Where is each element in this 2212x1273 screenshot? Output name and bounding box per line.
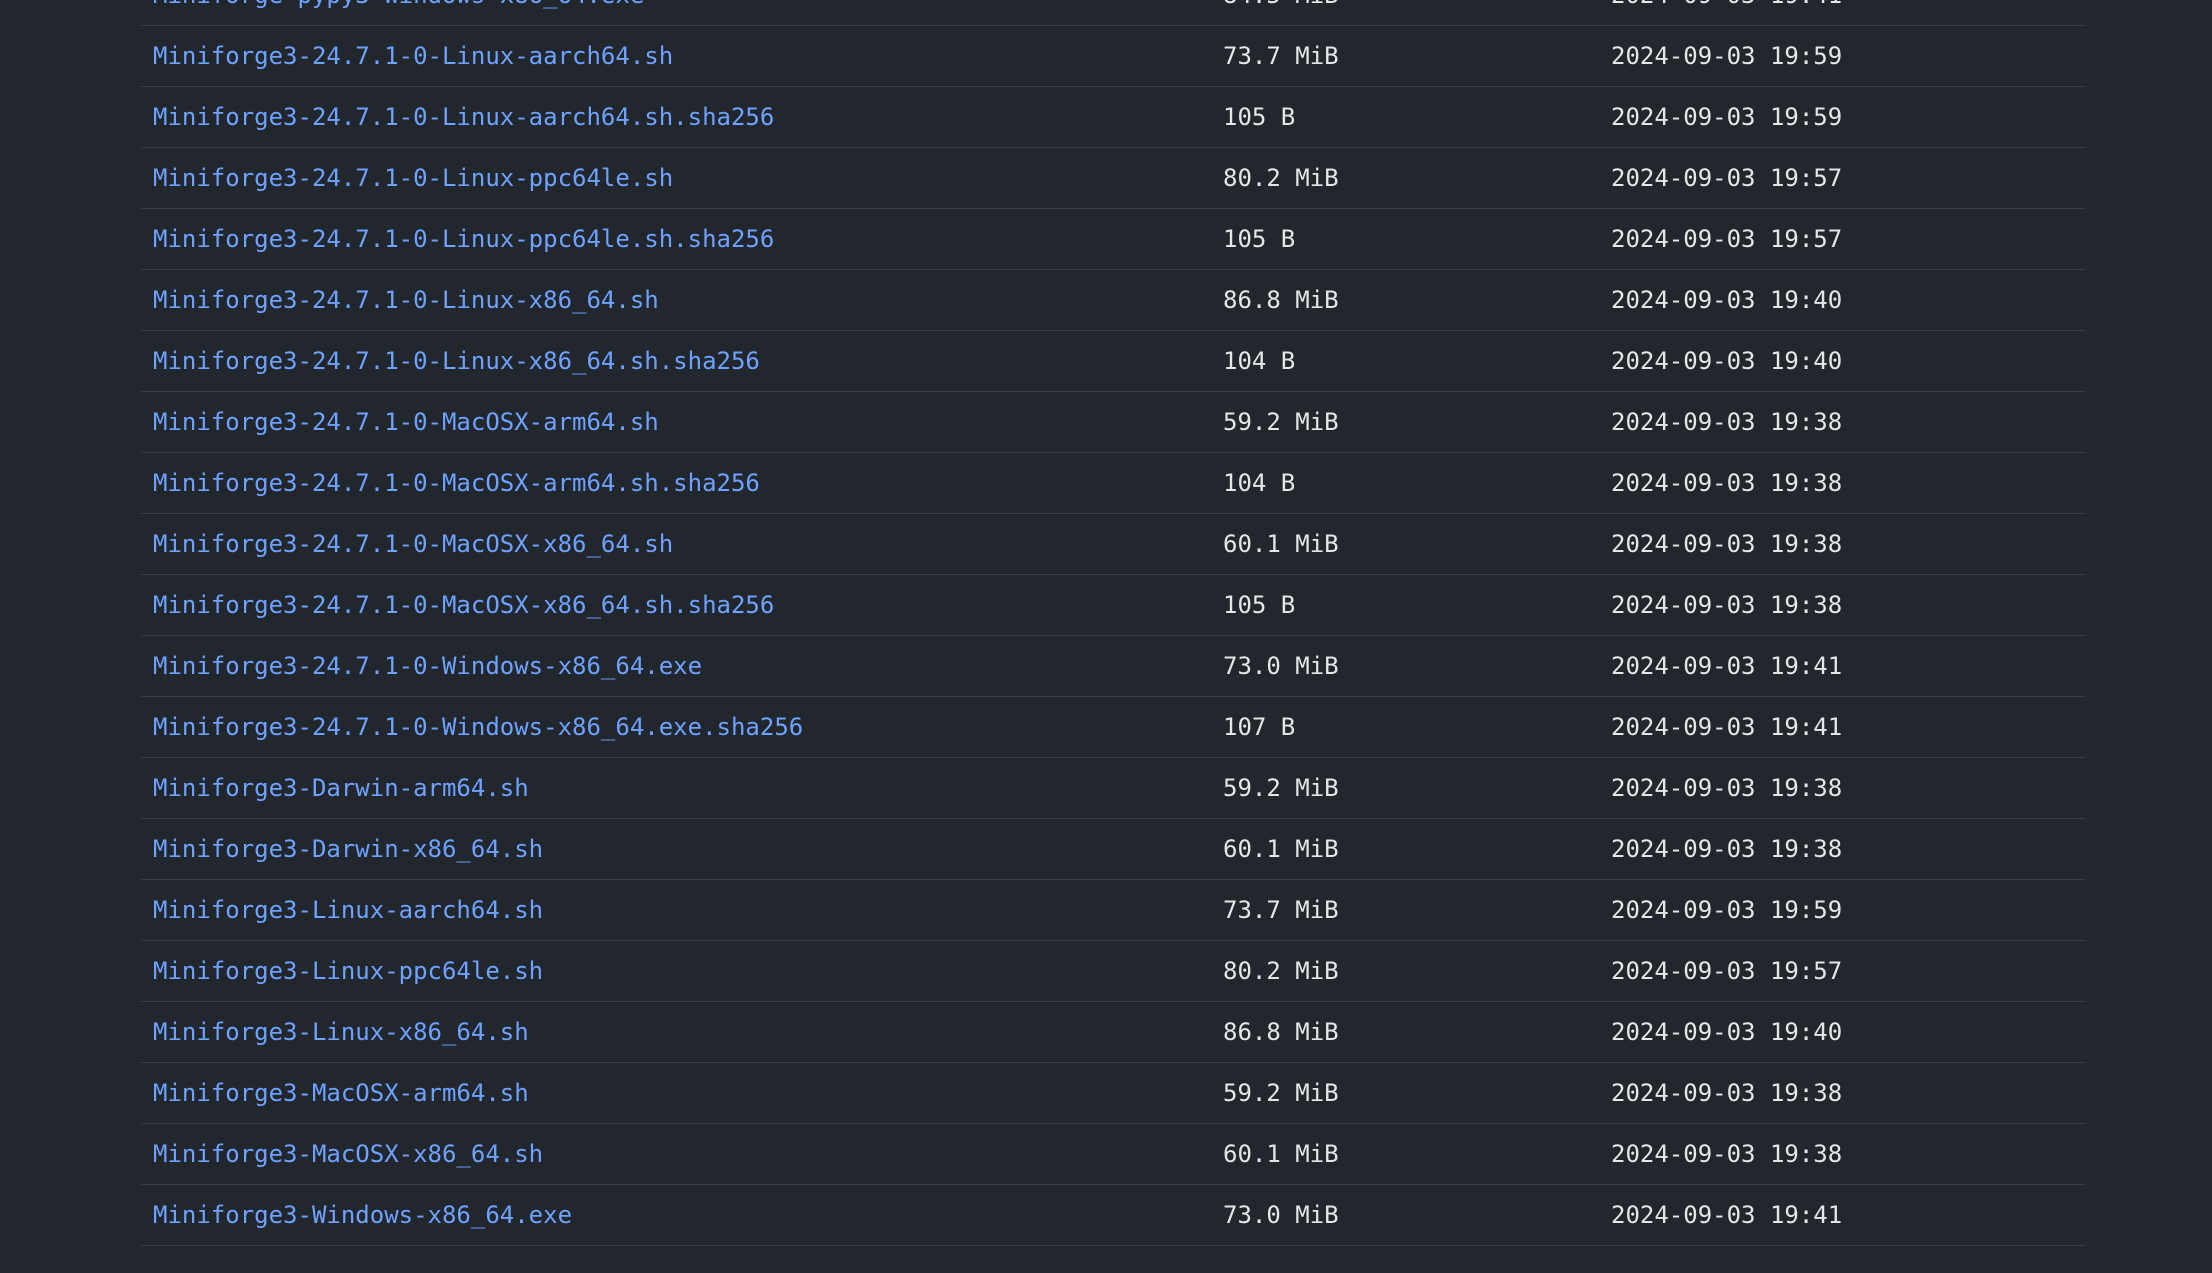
file-name-link[interactable]: Miniforge3-Windows-x86_64.exe xyxy=(153,1185,572,1246)
file-modified-date: 2024-09-03 19:40 xyxy=(1611,1018,1843,1046)
table-row: Miniforge3-24.7.1-0-MacOSX-arm64.sh 59.2 … xyxy=(141,392,2085,453)
file-size: 59.2 MiB xyxy=(1223,774,1339,802)
file-name-link[interactable]: Miniforge3-MacOSX-arm64.sh xyxy=(153,1063,529,1124)
file-modified-date: 2024-09-03 19:38 xyxy=(1611,591,1843,619)
table-row: Miniforge3-Linux-ppc64le.sh 80.2 MiB 2024-… xyxy=(141,941,2085,1002)
file-modified-date: 2024-09-03 19:38 xyxy=(1611,408,1843,436)
file-modified-date: 2024-09-03 19:57 xyxy=(1611,164,1843,192)
file-name-link[interactable]: Miniforge3-Darwin-arm64.sh xyxy=(153,758,529,819)
file-modified-date: 2024-09-03 19:59 xyxy=(1611,103,1843,131)
file-size: 73.7 MiB xyxy=(1223,42,1339,70)
file-modified-date: 2024-09-03 19:59 xyxy=(1611,896,1843,924)
file-size: 60.1 MiB xyxy=(1223,1140,1339,1168)
file-modified-date: 2024-09-03 19:57 xyxy=(1611,957,1843,985)
file-name-link[interactable]: Miniforge3-Darwin-x86_64.sh xyxy=(153,819,543,880)
file-modified-date: 2024-09-03 19:38 xyxy=(1611,469,1843,497)
file-modified-date: 2024-09-03 19:41 xyxy=(1611,652,1843,680)
file-name-link[interactable]: Miniforge3-24.7.1-0-Linux-x86_64.sh xyxy=(153,270,659,331)
file-size: 104 B xyxy=(1223,347,1296,375)
file-size: 105 B xyxy=(1223,103,1296,131)
file-name-link[interactable]: Miniforge3-24.7.1-0-Linux-aarch64.sh.sha… xyxy=(153,87,774,148)
file-modified-date: 2024-09-03 19:38 xyxy=(1611,1140,1843,1168)
file-modified-date: 2024-09-03 19:57 xyxy=(1611,225,1843,253)
file-name-link[interactable]: Miniforge3-24.7.1-0-Linux-ppc64le.sh xyxy=(153,148,673,209)
file-size: 86.8 MiB xyxy=(1223,286,1339,314)
file-modified-date: 2024-09-03 19:40 xyxy=(1611,286,1843,314)
file-size: 59.2 MiB xyxy=(1223,1079,1339,1107)
file-modified-date: 2024-09-03 19:41 xyxy=(1611,713,1843,741)
table-row: Miniforge3-24.7.1-0-Linux-ppc64le.sh.sha… xyxy=(141,209,2085,270)
file-modified-date: 2024-09-03 19:59 xyxy=(1611,42,1843,70)
table-row: Miniforge3-Windows-x86_64.exe 73.0 MiB 202… xyxy=(141,1185,2085,1246)
table-row: Miniforge-pypy3-Windows-x86_64.exe 84.5 M… xyxy=(141,0,2085,26)
file-name-link[interactable]: Miniforge3-24.7.1-0-MacOSX-x86_64.sh xyxy=(153,514,673,575)
table-row: Miniforge3-Linux-aarch64.sh 73.7 MiB 2024-… xyxy=(141,880,2085,941)
table-row: Miniforge3-24.7.1-0-MacOSX-x86_64.sh 60.1… xyxy=(141,514,2085,575)
file-name-link[interactable]: Miniforge3-24.7.1-0-Linux-x86_64.sh.sha2… xyxy=(153,331,760,392)
file-size: 60.1 MiB xyxy=(1223,530,1339,558)
file-listing-table: Miniforge-pypy3-Windows-x86_64.exe 84.5 M… xyxy=(141,0,2085,1246)
table-row: Miniforge3-Darwin-x86_64.sh 60.1 MiB 2024-… xyxy=(141,819,2085,880)
table-row: Miniforge3-24.7.1-0-Linux-x86_64.sh.sha2… xyxy=(141,331,2085,392)
file-name-link[interactable]: Miniforge-pypy3-Windows-x86_64.exe xyxy=(153,0,644,26)
file-size: 80.2 MiB xyxy=(1223,957,1339,985)
file-size: 105 B xyxy=(1223,225,1296,253)
table-row: Miniforge3-24.7.1-0-Windows-x86_64.exe.s… xyxy=(141,697,2085,758)
file-name-link[interactable]: Miniforge3-Linux-ppc64le.sh xyxy=(153,941,543,1002)
file-size: 104 B xyxy=(1223,469,1296,497)
file-modified-date: 2024-09-03 19:38 xyxy=(1611,835,1843,863)
file-name-link[interactable]: Miniforge3-Linux-x86_64.sh xyxy=(153,1002,529,1063)
table-row: Miniforge3-24.7.1-0-Linux-ppc64le.sh 80.2… xyxy=(141,148,2085,209)
table-row: Miniforge3-24.7.1-0-Windows-x86_64.exe 73… xyxy=(141,636,2085,697)
file-modified-date: 2024-09-03 19:38 xyxy=(1611,1079,1843,1107)
file-name-link[interactable]: Miniforge3-Linux-aarch64.sh xyxy=(153,880,543,941)
file-size: 59.2 MiB xyxy=(1223,408,1339,436)
file-name-link[interactable]: Miniforge3-24.7.1-0-Windows-x86_64.exe.s… xyxy=(153,697,803,758)
file-size: 80.2 MiB xyxy=(1223,164,1339,192)
file-size: 105 B xyxy=(1223,591,1296,619)
file-name-link[interactable]: Miniforge3-24.7.1-0-Windows-x86_64.exe xyxy=(153,636,702,697)
file-name-link[interactable]: Miniforge3-MacOSX-x86_64.sh xyxy=(153,1124,543,1185)
file-size: 73.7 MiB xyxy=(1223,896,1339,924)
table-row: Miniforge3-MacOSX-arm64.sh 59.2 MiB 2024-0… xyxy=(141,1063,2085,1124)
file-modified-date: 2024-09-03 19:41 xyxy=(1611,0,1842,26)
table-row: Miniforge3-24.7.1-0-MacOSX-x86_64.sh.sha… xyxy=(141,575,2085,636)
file-size: 107 B xyxy=(1223,713,1296,741)
file-size: 73.0 MiB xyxy=(1223,652,1339,680)
file-name-link[interactable]: Miniforge3-24.7.1-0-MacOSX-x86_64.sh.sha… xyxy=(153,575,774,636)
table-row: Miniforge3-24.7.1-0-Linux-aarch64.sh.sha… xyxy=(141,87,2085,148)
file-modified-date: 2024-09-03 19:38 xyxy=(1611,530,1843,558)
table-row: Miniforge3-MacOSX-x86_64.sh 60.1 MiB 2024-… xyxy=(141,1124,2085,1185)
table-row: Miniforge3-Darwin-arm64.sh 59.2 MiB 2024-0… xyxy=(141,758,2085,819)
file-size: 73.0 MiB xyxy=(1223,1201,1339,1229)
file-size: 84.5 MiB xyxy=(1223,0,1339,26)
table-row: Miniforge3-Linux-x86_64.sh 86.8 MiB 2024-0… xyxy=(141,1002,2085,1063)
table-row: Miniforge3-24.7.1-0-Linux-aarch64.sh 73.7… xyxy=(141,26,2085,87)
table-row: Miniforge3-24.7.1-0-Linux-x86_64.sh 86.8 … xyxy=(141,270,2085,331)
file-name-link[interactable]: Miniforge3-24.7.1-0-Linux-ppc64le.sh.sha… xyxy=(153,209,774,270)
file-modified-date: 2024-09-03 19:38 xyxy=(1611,774,1843,802)
file-modified-date: 2024-09-03 19:41 xyxy=(1611,1201,1843,1229)
file-name-link[interactable]: Miniforge3-24.7.1-0-MacOSX-arm64.sh.sha2… xyxy=(153,453,760,514)
file-size: 86.8 MiB xyxy=(1223,1018,1339,1046)
file-name-link[interactable]: Miniforge3-24.7.1-0-Linux-aarch64.sh xyxy=(153,26,673,87)
file-modified-date: 2024-09-03 19:40 xyxy=(1611,347,1843,375)
file-size: 60.1 MiB xyxy=(1223,835,1339,863)
file-name-link[interactable]: Miniforge3-24.7.1-0-MacOSX-arm64.sh xyxy=(153,392,659,453)
table-row: Miniforge3-24.7.1-0-MacOSX-arm64.sh.sha2… xyxy=(141,453,2085,514)
